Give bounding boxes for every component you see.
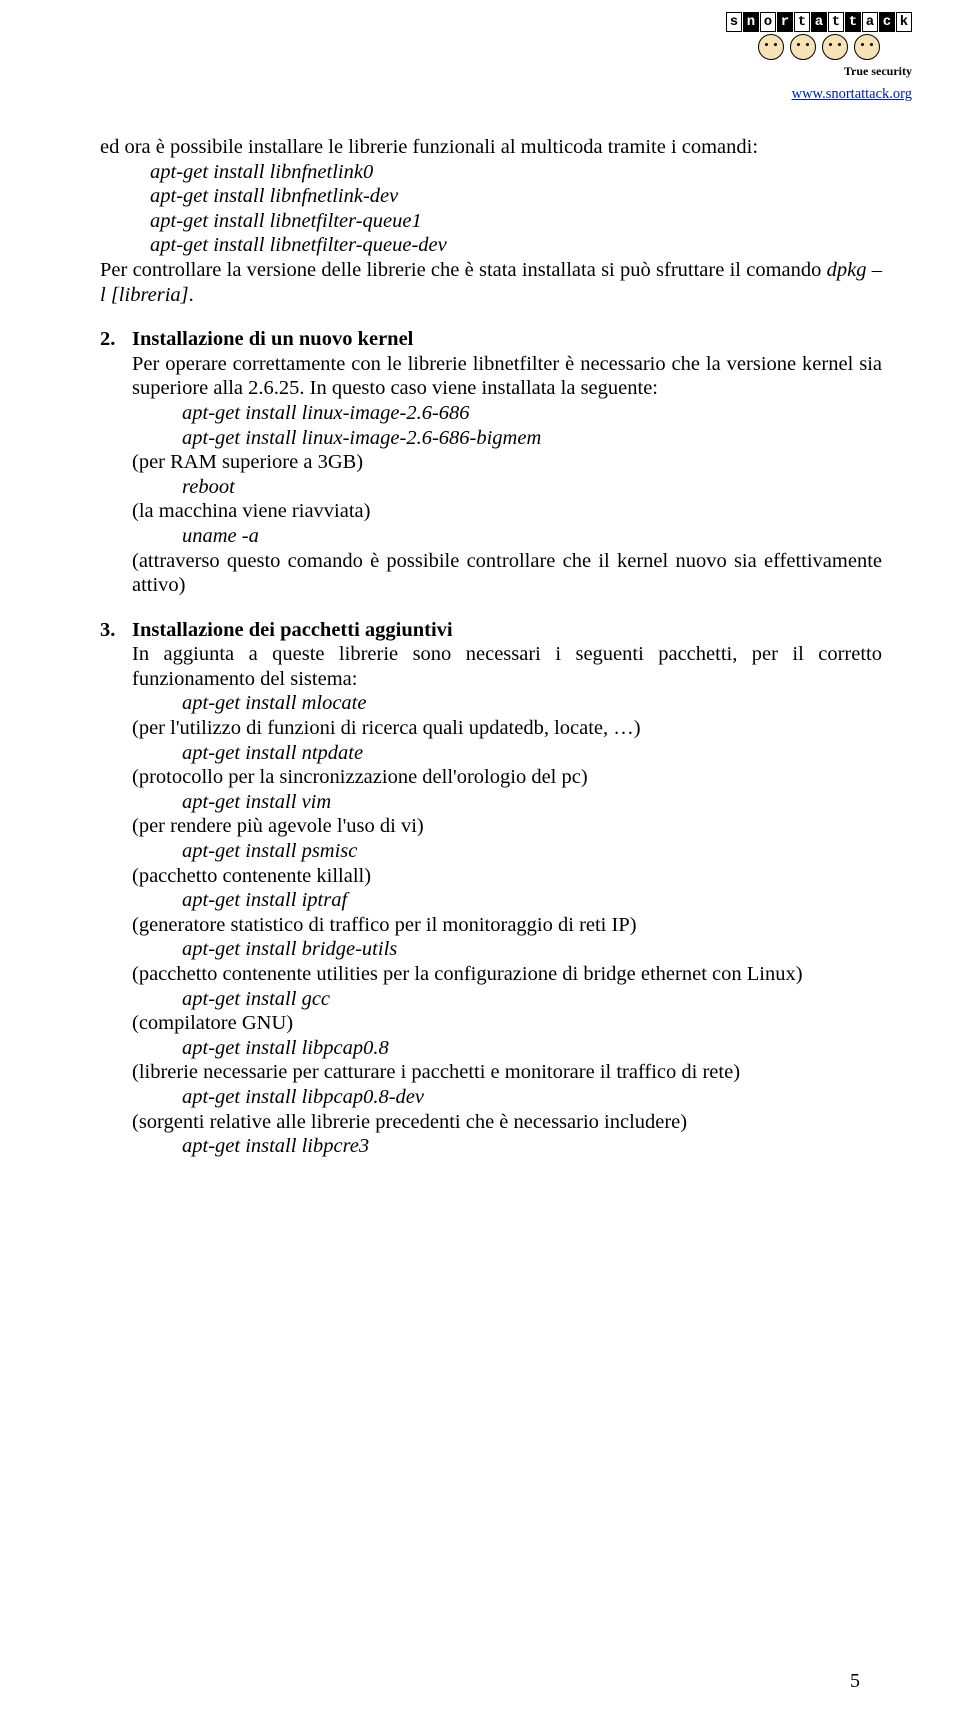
- command-line: reboot: [132, 475, 882, 500]
- paragraph: In aggiunta a queste librerie sono neces…: [132, 642, 882, 691]
- logo-tagline: True security: [726, 64, 912, 78]
- command-line: apt-get install linux-image-2.6-686: [132, 401, 882, 426]
- note: (attraverso questo comando è possibile c…: [132, 549, 882, 598]
- command-line: apt-get install mlocate: [132, 691, 882, 716]
- command-line: apt-get install libnfnetlink0: [100, 160, 882, 185]
- section-3: 3. Installazione dei pacchetti aggiuntiv…: [100, 618, 882, 1159]
- section-number: 3.: [100, 618, 132, 643]
- face-icon: [758, 34, 784, 60]
- command-line: apt-get install libpcap0.8: [132, 1036, 882, 1061]
- logo: s n o r t a t t a c k True security: [726, 12, 912, 78]
- note: (pacchetto contenente utilities per la c…: [132, 962, 882, 987]
- section-body: Installazione dei pacchetti aggiuntivi I…: [132, 618, 882, 1159]
- section-title: Installazione di un nuovo kernel: [132, 327, 882, 352]
- logo-letter: c: [879, 12, 895, 32]
- logo-letters: s n o r t a t t a c k: [726, 12, 912, 32]
- face-icon: [822, 34, 848, 60]
- paragraph: Per operare correttamente con le libreri…: [132, 352, 882, 401]
- section-2: 2. Installazione di un nuovo kernel Per …: [100, 327, 882, 598]
- logo-faces: [726, 34, 912, 64]
- logo-letter: k: [896, 12, 912, 32]
- command-line: apt-get install gcc: [132, 987, 882, 1012]
- note: (compilatore GNU): [132, 1011, 882, 1036]
- logo-letter: t: [794, 12, 810, 32]
- text: Per controllare la versione delle librer…: [100, 259, 827, 281]
- face-icon: [790, 34, 816, 60]
- logo-letter: r: [777, 12, 793, 32]
- command-line: apt-get install libpcap0.8-dev: [132, 1085, 882, 1110]
- command-line: apt-get install libnetfilter-queue1: [100, 209, 882, 234]
- logo-letter: a: [862, 12, 878, 32]
- command-line: apt-get install libnfnetlink-dev: [100, 184, 882, 209]
- note: (pacchetto contenente killall): [132, 864, 882, 889]
- logo-letter: n: [743, 12, 759, 32]
- page: s n o r t a t t a c k True security www.…: [0, 0, 960, 1721]
- logo-letter: t: [828, 12, 844, 32]
- note: (protocollo per la sincronizzazione dell…: [132, 765, 882, 790]
- note: (la macchina viene riavviata): [132, 499, 882, 524]
- header-url-link[interactable]: www.snortattack.org: [726, 86, 912, 103]
- command-line: apt-get install ntpdate: [132, 741, 882, 766]
- logo-letter: o: [760, 12, 776, 32]
- intro-line2: Per controllare la versione delle librer…: [100, 258, 882, 307]
- logo-letter: s: [726, 12, 742, 32]
- note: (per rendere più agevole l'uso di vi): [132, 814, 882, 839]
- section-number: 2.: [100, 327, 132, 352]
- logo-letter: t: [845, 12, 861, 32]
- command-line: uname -a: [132, 524, 882, 549]
- note: (sorgenti relative alle librerie precede…: [132, 1110, 882, 1135]
- note: (generatore statistico di traffico per i…: [132, 913, 882, 938]
- text: .: [189, 284, 194, 306]
- command-line: apt-get install linux-image-2.6-686-bigm…: [132, 426, 882, 451]
- command-line: apt-get install psmisc: [132, 839, 882, 864]
- page-header: s n o r t a t t a c k True security www.…: [726, 12, 912, 103]
- section-body: Installazione di un nuovo kernel Per ope…: [132, 327, 882, 598]
- command-line: apt-get install libpcre3: [132, 1134, 882, 1159]
- page-number: 5: [850, 1669, 860, 1693]
- command-line: apt-get install libnetfilter-queue-dev: [100, 233, 882, 258]
- command-line: apt-get install iptraf: [132, 888, 882, 913]
- page-content: ed ora è possibile installare le libreri…: [100, 135, 882, 1159]
- intro-line1: ed ora è possibile installare le libreri…: [100, 135, 882, 160]
- command-line: apt-get install bridge-utils: [132, 937, 882, 962]
- note: (per RAM superiore a 3GB): [132, 450, 882, 475]
- logo-letter: a: [811, 12, 827, 32]
- face-icon: [854, 34, 880, 60]
- note: (per l'utilizzo di funzioni di ricerca q…: [132, 716, 882, 741]
- note: (librerie necessarie per catturare i pac…: [132, 1060, 882, 1085]
- section-title: Installazione dei pacchetti aggiuntivi: [132, 618, 882, 643]
- command-line: apt-get install vim: [132, 790, 882, 815]
